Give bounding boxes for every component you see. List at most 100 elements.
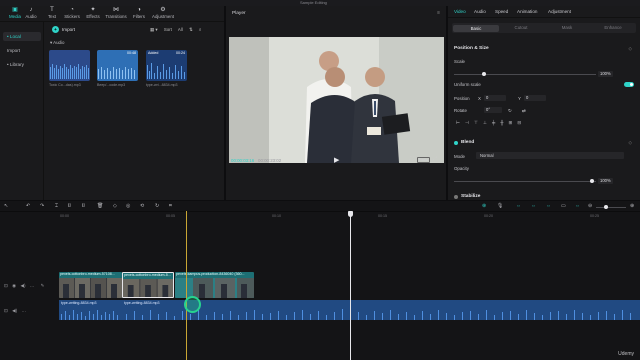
position-y-input[interactable]: 0: [524, 95, 546, 101]
link-icon[interactable]: ⇔: [516, 203, 521, 209]
zoom-fit-icon[interactable]: ⇔: [575, 203, 580, 209]
menu-icon[interactable]: ≡: [437, 10, 440, 16]
import-button[interactable]: + Import: [52, 26, 75, 34]
tab-speed[interactable]: Speed: [495, 9, 508, 14]
align-icons[interactable]: ⊢⊣⊤⊥╪╫⊞⊟: [456, 120, 526, 126]
reset-icon[interactable]: ◇: [628, 140, 632, 146]
ruler-tick: 00:10: [272, 214, 281, 218]
select-tool-icon[interactable]: ↖: [4, 203, 8, 209]
media-thumb[interactable]: [49, 50, 90, 81]
video-preview[interactable]: [229, 37, 444, 163]
subtab-cutout[interactable]: Cutout: [498, 25, 544, 30]
opacity-value[interactable]: 100%: [598, 178, 613, 184]
audio-mute-icon[interactable]: ◀): [20, 283, 25, 288]
rotate-icon[interactable]: ↻: [508, 108, 512, 114]
subtab-enhance[interactable]: Enhance: [590, 25, 636, 30]
video-frame: [229, 37, 444, 163]
play-button[interactable]: ▶: [334, 156, 339, 164]
video-clip-selected[interactable]: pexels-cottonbro-medium-5...: [122, 272, 174, 298]
view-toggle[interactable]: ▦ ▾: [150, 27, 158, 32]
blend-enabled-dot[interactable]: [454, 141, 458, 145]
sidebar-item-import[interactable]: Import: [3, 46, 41, 55]
lock-icon[interactable]: ⊡: [4, 283, 8, 288]
mic-icon[interactable]: 🎙: [497, 203, 503, 209]
slider-knob[interactable]: [482, 72, 486, 76]
crop-tool-icon[interactable]: ⌗: [169, 203, 172, 209]
magnet-icon[interactable]: ⊛: [482, 203, 486, 209]
cover-icon[interactable]: …: [30, 283, 35, 288]
rotate-input[interactable]: 0°: [484, 107, 502, 113]
video-clip[interactable]: pexels-cottonbro-medium-57108...: [59, 272, 122, 298]
media-thumb[interactable]: 00:48: [97, 50, 138, 81]
reverse-icon[interactable]: ⟲: [140, 203, 144, 209]
thumb-duration: 00:24: [176, 51, 185, 55]
zoom-out-icon[interactable]: ⊖: [588, 203, 592, 209]
timeline-toolbar: ↖ ↶ ↷ ⌶ ⌷ ⌷ 🗑 ◇ ◎ ⟲ ↻ ⌗ ⊛ 🎙 ⇔ ⇔ ⇔ ▭ ⇔ ⊖ …: [0, 201, 640, 212]
scale-value[interactable]: 100%: [598, 71, 613, 77]
inspector-tabs: Video Audio Speed Animation Adjustment: [448, 6, 640, 18]
crop-icon[interactable]: ⛶: [410, 156, 414, 162]
undo-icon[interactable]: ↶: [26, 203, 30, 209]
rotate-tool-icon[interactable]: ↻: [155, 203, 159, 209]
cover-edit-icon[interactable]: ✎: [41, 283, 45, 288]
split-left-icon[interactable]: ⌷: [68, 203, 71, 209]
tab-video[interactable]: Video: [454, 9, 466, 14]
more-icon[interactable]: …: [22, 308, 27, 313]
inspector-subtabs: Basic Cutout Mask Enhance: [452, 23, 636, 33]
opacity-label: Opacity: [454, 166, 469, 171]
media-thumb[interactable]: Added 00:24: [146, 50, 187, 81]
freeze-icon[interactable]: ◎: [126, 203, 130, 209]
redo-icon[interactable]: ↷: [40, 203, 44, 209]
y-label: Y: [518, 96, 521, 101]
sort-button[interactable]: Sort: [164, 27, 172, 32]
opacity-slider[interactable]: [454, 179, 596, 183]
subtab-basic[interactable]: Basic: [453, 24, 499, 32]
split-icon[interactable]: ⌶: [55, 203, 58, 209]
fullscreen-icon[interactable]: ⤢: [433, 156, 437, 162]
lock-icon[interactable]: ⊡: [4, 308, 8, 313]
audio-clip[interactable]: type-writing-8834.mp3: [59, 300, 122, 320]
blend-mode-select[interactable]: Normal: [476, 152, 624, 159]
split-right-icon[interactable]: ⌷: [82, 203, 85, 209]
eye-icon[interactable]: ◉: [12, 283, 16, 288]
scale-slider[interactable]: [454, 72, 596, 76]
zoom-slider[interactable]: [596, 205, 626, 209]
screen-icon[interactable]: ▭: [561, 203, 566, 209]
clip-label: pexels-cottonbro-medium-5...: [124, 273, 171, 277]
reset-icon[interactable]: ◇: [628, 46, 632, 52]
text-icon: T: [50, 7, 54, 13]
flip-icon[interactable]: ⇄: [522, 108, 526, 114]
effects-icon: ✦: [90, 7, 96, 13]
marker-icon[interactable]: ◇: [113, 203, 117, 209]
subtab-mask[interactable]: Mask: [544, 25, 590, 30]
rotate-label: Rotate: [454, 108, 467, 113]
transitions-icon: ⋈: [113, 7, 119, 13]
delete-icon[interactable]: 🗑: [97, 203, 103, 209]
order-icon[interactable]: ⇅: [189, 27, 193, 32]
slider-knob[interactable]: [590, 179, 594, 183]
sidebar-item-library[interactable]: • Library: [3, 60, 41, 69]
clip-frames: [123, 279, 173, 297]
audio-mute-icon[interactable]: ◀): [12, 308, 17, 313]
stabilize-dot[interactable]: [454, 195, 458, 199]
position-size-title: Position & Size: [454, 46, 489, 51]
snap-icon[interactable]: ⇔: [531, 203, 536, 209]
folder-label[interactable]: ▾ Audio: [50, 40, 64, 46]
search-icon[interactable]: ⌕: [199, 27, 201, 32]
tab-animation[interactable]: Animation: [517, 9, 537, 14]
zoom-in-icon[interactable]: ⊕: [630, 203, 634, 209]
preview-axis-icon[interactable]: ⇔: [546, 203, 551, 209]
sidebar-item-local[interactable]: • Local: [3, 32, 41, 41]
scale-label: Scale: [454, 59, 465, 64]
position-x-input[interactable]: 0: [484, 95, 506, 101]
tab-adjustment-inspector[interactable]: Adjustment: [548, 9, 571, 14]
ratio-button[interactable]: Ratio: [417, 157, 430, 163]
filter-all-button[interactable]: All: [178, 27, 183, 32]
playhead[interactable]: [348, 211, 353, 360]
media-sidebar: • Local Import • Library: [0, 22, 44, 200]
tab-adjustment[interactable]: ⚙ Adjustment: [148, 7, 178, 19]
media-thumb-name: Toxic Co...das).mp3: [49, 83, 81, 87]
tab-audio-inspector[interactable]: Audio: [474, 9, 486, 14]
uniform-scale-toggle[interactable]: [624, 82, 634, 87]
slider-knob[interactable]: [604, 205, 608, 209]
